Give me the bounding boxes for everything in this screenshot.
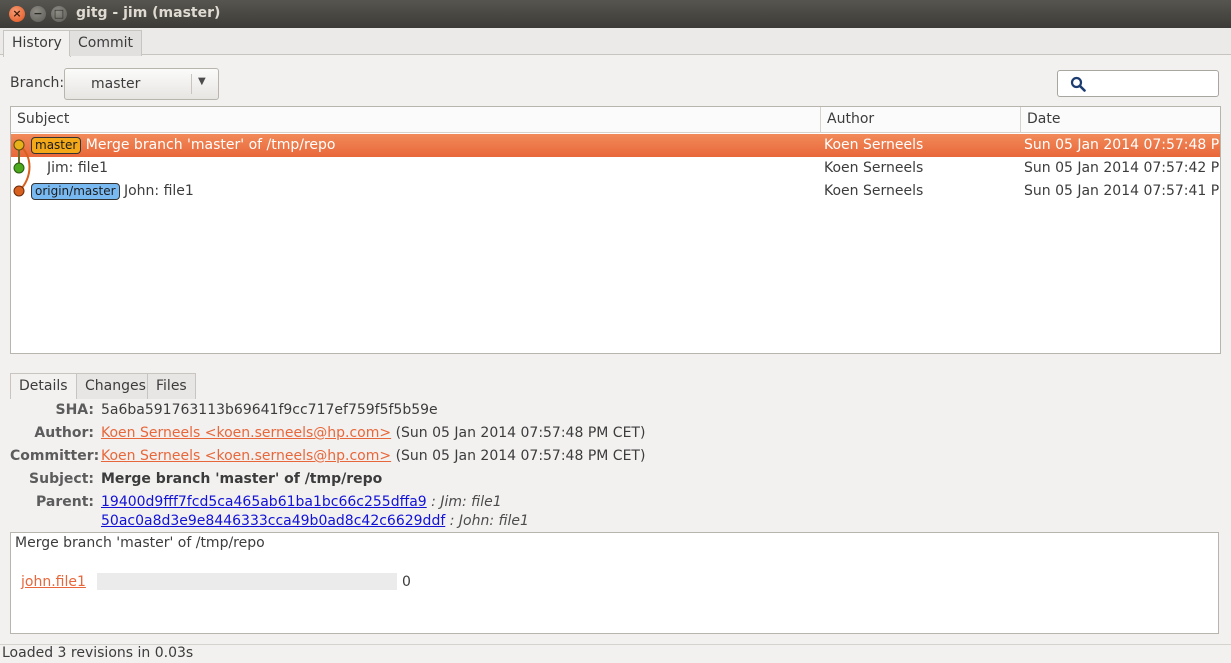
sha-value: 5a6ba591763113b69641f9cc717ef759f5f5b59e [101,402,438,418]
tab-files[interactable]: Files [147,373,196,399]
commit-date: Sun 05 Jan 2014 07:57:42 PM CET [1024,160,1220,176]
list-header: Subject Author Date [11,107,1220,133]
commit-subject: Merge branch 'master' of /tmp/repo [85,137,336,153]
parent-note: : John: file1 [449,513,529,529]
commit-row[interactable]: origin/master John: file1 Koen Serneels … [11,180,1220,203]
commit-author: Koen Serneels [824,160,924,176]
commit-row[interactable]: master Merge branch 'master' of /tmp/rep… [11,134,1220,157]
author-line: Koen Serneels <koen.serneels@hp.com> (Su… [101,425,645,441]
close-window-button[interactable]: × [9,6,25,22]
commit-date: Sun 05 Jan 2014 07:57:48 PM CET [1024,137,1220,153]
window-title: gitg - jim (master) [76,5,221,21]
tab-details[interactable]: Details [10,373,77,399]
tab-commit[interactable]: Commit [69,30,142,56]
column-header-author[interactable]: Author [821,107,1021,133]
graph-node-merge [13,139,25,151]
ref-badge-master: master [31,137,82,154]
commit-date: Sun 05 Jan 2014 07:57:41 PM CET [1024,183,1220,199]
tab-history[interactable]: History [3,30,71,57]
search-icon [1070,76,1086,92]
changed-file-link[interactable]: john.file1 [21,574,86,590]
author-link[interactable]: Koen Serneels <koen.serneels@hp.com> [101,425,391,441]
graph-node-john [13,185,25,197]
commit-subject: John: file1 [123,183,194,199]
main-tabs: History Commit [0,28,1231,57]
commit-row[interactable]: Jim: file1 Koen Serneels Sun 05 Jan 2014… [11,157,1220,180]
commit-subject-cell: master Merge branch 'master' of /tmp/rep… [31,137,821,154]
parent-link[interactable]: 50ac0a8d3e9e8446333cca49b0ad8c42c6629ddf [101,513,445,529]
commit-graph [13,139,31,197]
commit-list: Subject Author Date master Merge branch … [10,106,1221,354]
status-bar: Loaded 3 revisions in 0.03s [0,644,1231,663]
branch-label: Branch: [10,75,65,91]
author-date: (Sun 05 Jan 2014 07:57:48 PM CET) [395,425,646,441]
committer-line: Koen Serneels <koen.serneels@hp.com> (Su… [101,448,645,464]
committer-label: Committer: [10,448,100,464]
graph-node-jim [13,162,25,174]
sha-label: SHA: [55,402,95,418]
commit-subject-cell: origin/master John: file1 [31,183,821,200]
author-label: Author: [34,425,94,441]
detail-tabs: Details Changes Files [10,373,1221,399]
subject-value: Merge branch 'master' of /tmp/repo [101,471,383,487]
commit-message-panel: Merge branch 'master' of /tmp/repo john.… [10,532,1219,634]
combo-separator [191,74,192,94]
change-stat-bar [97,573,397,590]
parent-label: Parent: [36,494,94,510]
commit-message: Merge branch 'master' of /tmp/repo [15,535,265,551]
committer-link[interactable]: Koen Serneels <koen.serneels@hp.com> [101,448,391,464]
maximize-window-button[interactable]: □ [51,6,67,22]
commit-subject: Jim: file1 [47,160,109,176]
committer-date: (Sun 05 Jan 2014 07:57:48 PM CET) [395,448,646,464]
parent-line: 50ac0a8d3e9e8446333cca49b0ad8c42c6629ddf… [101,513,529,529]
tab-changes[interactable]: Changes [76,373,155,399]
search-input[interactable] [1057,70,1219,97]
parent-line: 19400d9fff7fcd5ca465ab61ba1bc66c255dffa9… [101,494,502,510]
subject-label: Subject: [29,471,94,487]
change-count: 0 [402,574,411,590]
minimize-window-button[interactable]: − [30,6,46,22]
commit-author: Koen Serneels [824,137,924,153]
chevron-down-icon: ▼ [198,76,206,87]
parent-note: : Jim: file1 [431,494,502,510]
ref-badge-origin-master: origin/master [31,183,120,200]
column-header-subject[interactable]: Subject [11,107,821,133]
column-header-date[interactable]: Date [1021,107,1220,133]
title-bar: × − □ gitg - jim (master) [0,0,1231,28]
branch-select[interactable]: master ▼ [64,68,219,100]
parent-link[interactable]: 19400d9fff7fcd5ca465ab61ba1bc66c255dffa9 [101,494,427,510]
commit-author: Koen Serneels [824,183,924,199]
branch-select-value: master [91,76,141,92]
